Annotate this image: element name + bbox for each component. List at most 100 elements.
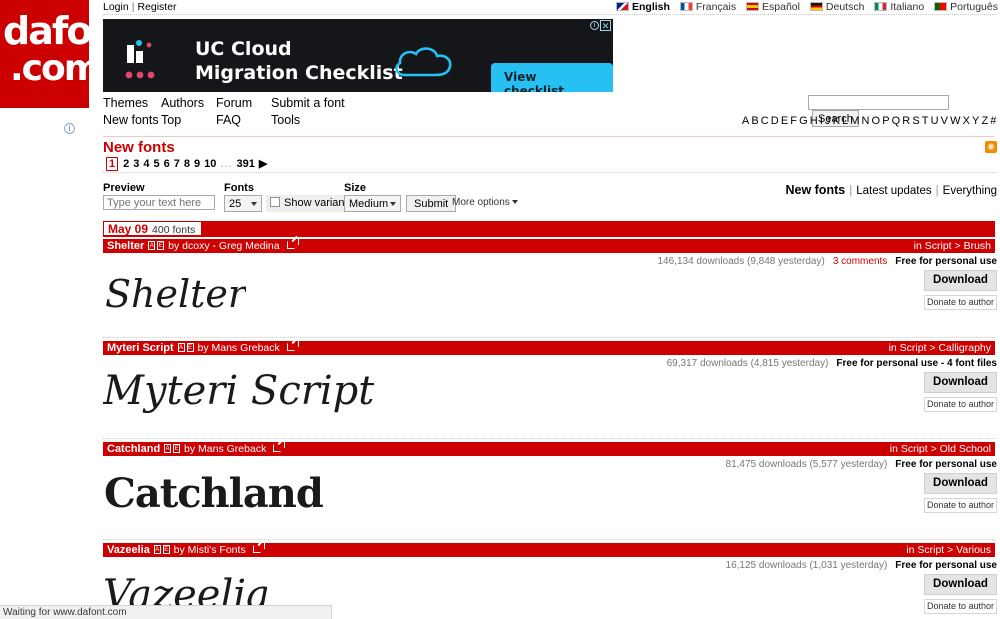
alpha-p[interactable]: P bbox=[882, 115, 890, 127]
language-deutsch[interactable]: Deutsch bbox=[809, 1, 864, 13]
pagination-current-page[interactable]: 1 bbox=[106, 157, 119, 171]
font-name[interactable]: Myteri Script bbox=[107, 342, 174, 354]
language-francais[interactable]: Français bbox=[679, 1, 736, 13]
pagination-page-7[interactable]: 7 bbox=[174, 158, 180, 170]
more-options-toggle[interactable]: More options bbox=[452, 197, 518, 208]
font-author[interactable]: by Mans Greback bbox=[184, 443, 266, 455]
alpha-m[interactable]: M bbox=[850, 115, 860, 127]
alpha-i[interactable]: I bbox=[820, 115, 824, 127]
font-category[interactable]: in Script > Calligraphy bbox=[889, 342, 991, 354]
pagination-page-5[interactable]: 5 bbox=[154, 158, 160, 170]
next-page-icon[interactable]: ▶ bbox=[259, 158, 267, 170]
language-portugues[interactable]: Português bbox=[934, 1, 998, 13]
alpha-k[interactable]: K bbox=[833, 115, 841, 127]
font-name[interactable]: Catchland bbox=[107, 443, 160, 455]
alpha-y[interactable]: Y bbox=[972, 115, 980, 127]
language-espanol[interactable]: Español bbox=[746, 1, 800, 13]
pagination-page-8[interactable]: 8 bbox=[184, 158, 190, 170]
font-name[interactable]: Shelter bbox=[107, 240, 144, 252]
download-button[interactable]: Download bbox=[924, 473, 997, 494]
alpha-t[interactable]: T bbox=[922, 115, 929, 127]
language-label: Español bbox=[762, 1, 800, 13]
nav-new-fonts[interactable]: New fonts bbox=[103, 113, 159, 127]
font-author[interactable]: by Mans Greback bbox=[197, 342, 279, 354]
pagination-page-10[interactable]: 10 bbox=[204, 158, 216, 170]
nav-authors[interactable]: Authors bbox=[161, 96, 204, 110]
pagination-last-page[interactable]: 391 bbox=[237, 158, 255, 170]
download-button[interactable]: Download bbox=[924, 372, 997, 393]
alpha-h[interactable]: H bbox=[810, 115, 819, 127]
ad-close-icon[interactable]: ✕ bbox=[600, 20, 611, 31]
login-link[interactable]: Login bbox=[103, 1, 129, 13]
font-category[interactable]: in Script > Various bbox=[906, 544, 991, 556]
alpha-d[interactable]: D bbox=[771, 115, 780, 127]
language-italiano[interactable]: Italiano bbox=[874, 1, 924, 13]
advertisement-banner[interactable]: UC Cloud Migration Checklist View checkl… bbox=[103, 19, 613, 92]
font-name[interactable]: Vazeelia bbox=[107, 544, 150, 556]
external-link-icon[interactable] bbox=[273, 441, 286, 452]
donate-button[interactable]: Donate to author bbox=[924, 397, 997, 412]
ad-info-icon[interactable]: i bbox=[590, 21, 599, 30]
download-button[interactable]: Download bbox=[924, 270, 997, 291]
alpha-z[interactable]: Z bbox=[981, 115, 988, 127]
pagination-page-9[interactable]: 9 bbox=[194, 158, 200, 170]
font-category[interactable]: in Script > Brush bbox=[914, 240, 991, 252]
nav-themes[interactable]: Themes bbox=[103, 96, 148, 110]
day-header-date: May 09 bbox=[108, 222, 149, 236]
alpha-w[interactable]: W bbox=[950, 115, 961, 127]
alpha-r[interactable]: R bbox=[902, 115, 911, 127]
alpha-o[interactable]: O bbox=[872, 115, 881, 127]
font-category[interactable]: in Script > Old School bbox=[890, 443, 991, 455]
alpha-b[interactable]: B bbox=[751, 115, 759, 127]
donate-button[interactable]: Donate to author bbox=[924, 599, 997, 614]
font-preview-sample: Shelter bbox=[105, 272, 247, 316]
ad-cta-button[interactable]: View checklist bbox=[491, 63, 613, 92]
nav-top[interactable]: Top bbox=[161, 113, 181, 127]
pagination-page-4[interactable]: 4 bbox=[143, 158, 149, 170]
nav-tools[interactable]: Tools bbox=[271, 113, 300, 127]
pagination-page-2[interactable]: 2 bbox=[123, 158, 129, 170]
alpha-a[interactable]: A bbox=[742, 115, 750, 127]
alpha-hash[interactable]: # bbox=[990, 115, 997, 127]
register-link[interactable]: Register bbox=[137, 1, 176, 13]
preview-input[interactable] bbox=[103, 195, 215, 210]
rss-icon[interactable]: ❋ bbox=[985, 141, 997, 153]
info-icon[interactable]: i bbox=[64, 123, 75, 134]
alpha-g[interactable]: G bbox=[799, 115, 808, 127]
font-author[interactable]: by Misti's Fonts bbox=[174, 544, 246, 556]
external-link-icon[interactable] bbox=[252, 542, 265, 553]
donate-button[interactable]: Donate to author bbox=[924, 295, 997, 310]
alpha-j[interactable]: J bbox=[825, 115, 831, 127]
alpha-q[interactable]: Q bbox=[892, 115, 901, 127]
site-logo[interactable]: dafont .com bbox=[0, 0, 89, 108]
font-badge-e: E bbox=[186, 342, 194, 352]
alpha-l[interactable]: L bbox=[842, 115, 849, 127]
alpha-f[interactable]: F bbox=[790, 115, 797, 127]
search-input[interactable] bbox=[808, 95, 949, 110]
alpha-e[interactable]: E bbox=[781, 115, 789, 127]
language-english[interactable]: English bbox=[615, 1, 670, 13]
alpha-c[interactable]: C bbox=[761, 115, 770, 127]
size-select[interactable]: Medium bbox=[344, 195, 401, 212]
download-button[interactable]: Download bbox=[924, 574, 997, 595]
font-author[interactable]: by dcoxy - Greg Medina bbox=[168, 240, 279, 252]
alpha-x[interactable]: X bbox=[963, 115, 971, 127]
viewnav-new-fonts[interactable]: New fonts bbox=[785, 183, 845, 197]
donate-button[interactable]: Donate to author bbox=[924, 498, 997, 513]
alpha-s[interactable]: S bbox=[912, 115, 920, 127]
font-comments-link[interactable]: 3 comments bbox=[833, 256, 887, 267]
alpha-n[interactable]: N bbox=[862, 115, 871, 127]
alpha-u[interactable]: U bbox=[931, 115, 940, 127]
nav-faq[interactable]: FAQ bbox=[216, 113, 241, 127]
fonts-count-select[interactable]: 25 bbox=[224, 195, 262, 212]
alpha-v[interactable]: V bbox=[941, 115, 949, 127]
pagination-page-3[interactable]: 3 bbox=[133, 158, 139, 170]
viewnav-everything[interactable]: Everything bbox=[943, 185, 997, 197]
nav-submit-a-font[interactable]: Submit a font bbox=[271, 96, 345, 110]
external-link-icon[interactable] bbox=[286, 238, 299, 249]
pagination-page-6[interactable]: 6 bbox=[164, 158, 170, 170]
viewnav-latest-updates[interactable]: Latest updates bbox=[856, 185, 931, 197]
external-link-icon[interactable] bbox=[286, 340, 299, 351]
nav-forum[interactable]: Forum bbox=[216, 96, 252, 110]
submit-button[interactable]: Submit bbox=[406, 195, 457, 212]
